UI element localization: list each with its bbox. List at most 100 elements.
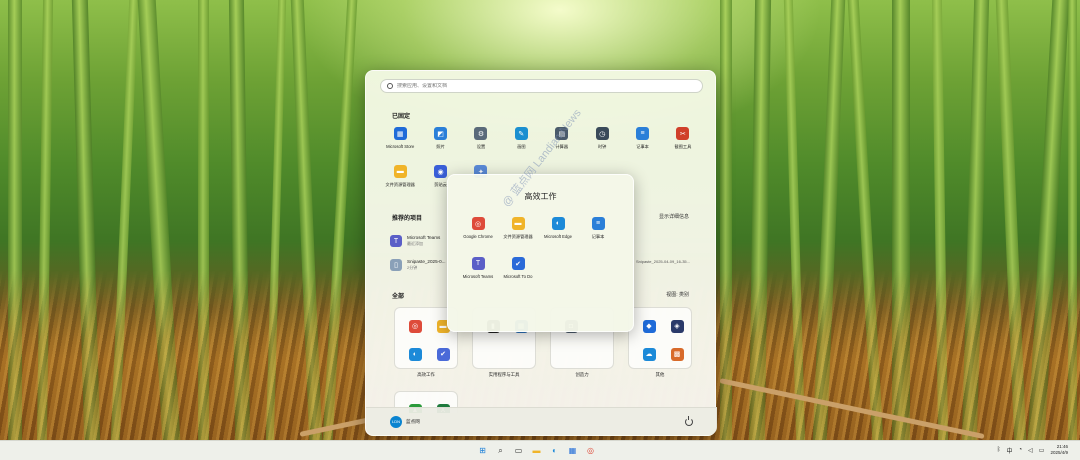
file-icon: ▯ — [390, 259, 402, 271]
folder-popup-app[interactable]: ▬ 文件资源管理器 — [498, 217, 538, 247]
todo-icon: ✔ — [511, 257, 525, 270]
teams-icon: T — [471, 257, 485, 270]
pinned-app[interactable]: ✂ 截图工具 — [663, 127, 703, 157]
pinned-app[interactable]: ◩ 照片 — [420, 127, 460, 157]
search-input[interactable] — [397, 83, 677, 89]
chrome-icon: ◎ — [471, 217, 485, 230]
recommended-item-text: Microsoft Teams 最近添加 — [407, 235, 440, 247]
pinned-app[interactable]: ◷ 时钟 — [582, 127, 622, 157]
view-category-dropdown[interactable]: 视图: 类别 — [666, 291, 689, 298]
paint-icon: ✎ — [514, 127, 528, 140]
pinned-app-label: 截图工具 — [674, 144, 692, 149]
edge-icon: ◐ — [408, 347, 422, 361]
recommended-item-right[interactable]: Snipaste_2025-04-09_16-35... — [636, 259, 690, 264]
folder-popup-app-label: Microsoft Edge — [544, 234, 572, 239]
pinned-title: 已固定 — [392, 114, 411, 120]
pinned-app-label: 记事本 — [636, 144, 649, 149]
folder-popup-app-label: 文件资源管理器 — [503, 234, 533, 239]
folder-popup-app[interactable]: ◐ Microsoft Edge — [538, 217, 578, 247]
pinned-app-label: 文件资源管理器 — [385, 182, 415, 187]
pinned-app-label: 剪贴云 — [434, 182, 447, 187]
taskbar: ⊞ ⌕ ▭ ▬ ◐ ▦ ◎ ᛒ 中 ◔ ◁ ▭ 21:46 2025/4/9 — [0, 440, 1080, 460]
search-icon[interactable]: ⌕ — [494, 444, 507, 457]
app-folder-label: 创造力 — [575, 372, 589, 377]
pinned-app-label: 时钟 — [597, 144, 607, 149]
folder-popup-title[interactable]: 高效工作 — [448, 191, 633, 202]
app-folder[interactable]: ◆ ◈ ☁ ▩ 其他 — [628, 307, 692, 377]
recommended-item-subtitle: 最近添加 — [407, 241, 423, 246]
folder-popup-app[interactable]: T Microsoft Teams — [458, 257, 498, 287]
folder-popup-app[interactable]: ✔ Microsoft To Do — [498, 257, 538, 287]
recommended-item-subtitle: 2分钟 — [407, 265, 418, 270]
store-icon[interactable]: ▦ — [566, 444, 579, 457]
gear-icon: ⚙ — [474, 127, 488, 140]
app-folder-box: ◆ ◈ ☁ ▩ — [628, 307, 692, 369]
calculator-icon: ▤ — [555, 127, 569, 140]
start-footer: LDN 蓝点网 — [366, 407, 717, 435]
ime-indicator[interactable]: 中 — [1007, 446, 1013, 455]
notepad-icon: ≡ — [636, 127, 650, 140]
battery-icon[interactable]: ▭ — [1039, 447, 1045, 454]
folder-popup-app[interactable]: ◎ Google Chrome — [458, 217, 498, 247]
edge-icon: ◐ — [551, 217, 565, 230]
user-name[interactable]: 蓝点网 — [406, 419, 420, 425]
pinned-app-label: Microsoft Store — [386, 144, 415, 149]
app-folder-label: 实用程序与工具 — [488, 372, 520, 377]
onedrive-icon: ☁ — [642, 347, 656, 361]
snipping-tool-icon: ✂ — [676, 127, 690, 140]
folder-icon: ▬ — [511, 217, 525, 230]
network-icon[interactable]: ◔ — [1019, 447, 1023, 453]
search-icon — [387, 83, 393, 89]
pinned-app[interactable]: ≡ 记事本 — [622, 127, 662, 157]
volume-icon[interactable]: ◁ — [1028, 447, 1033, 454]
recommended-item-name: Snipaste_2025-0... — [407, 259, 446, 264]
all-title: 全部 — [392, 294, 405, 300]
teams-icon: T — [390, 235, 402, 247]
folder-popup-app[interactable]: ≡ 记事本 — [578, 217, 618, 247]
recommended-item-name: Microsoft Teams — [407, 235, 441, 240]
clipchamp-icon: ◉ — [434, 165, 448, 178]
folder-popup-app-label: 记事本 — [591, 234, 605, 239]
store-icon: ▦ — [393, 127, 407, 140]
app-folder-label: 其他 — [655, 372, 665, 377]
avatar[interactable]: LDN — [390, 415, 402, 428]
pinned-app[interactable]: ▦ Microsoft Store — [380, 127, 420, 157]
power-icon[interactable] — [685, 415, 693, 426]
photos-icon: ◩ — [434, 127, 448, 140]
clock[interactable]: 21:46 2025/4/9 — [1050, 444, 1068, 456]
chrome-icon: ◎ — [408, 319, 422, 333]
pinned-app-label: 照片 — [436, 144, 445, 149]
todo-icon: ✔ — [436, 347, 450, 361]
taskbar-apps: ⊞ ⌕ ▭ ▬ ◐ ▦ ◎ — [476, 444, 597, 457]
shield-icon: ◈ — [670, 319, 684, 333]
chrome-icon[interactable]: ◎ — [584, 444, 597, 457]
edge-icon[interactable]: ◐ — [548, 444, 561, 457]
task-view-icon[interactable]: ▭ — [512, 444, 525, 457]
pinned-app[interactable]: ⚙ 设置 — [461, 127, 501, 157]
show-more-link[interactable]: 显示详细信息 — [659, 213, 689, 220]
pinned-app-label: 设置 — [476, 144, 486, 149]
pinned-app[interactable]: ▬ 文件资源管理器 — [380, 165, 420, 195]
pinned-app-label: 画图 — [517, 144, 526, 149]
notepad-icon: ≡ — [591, 217, 605, 230]
folder-icon[interactable]: ▬ — [530, 444, 543, 457]
clock-icon: ◷ — [595, 127, 609, 140]
folder-popup-app-label: Google Chrome — [463, 234, 493, 239]
folder-popup-app-label: Microsoft Teams — [462, 274, 494, 279]
recommended-item-text: Snipaste_2025-0... 2分钟 — [407, 259, 446, 271]
pinned-app[interactable]: ▤ 计算器 — [542, 127, 582, 157]
widgets-icon: ▩ — [670, 347, 684, 361]
folder-icon: ▬ — [393, 165, 407, 178]
defender-icon: ◆ — [642, 319, 656, 333]
app-folder-label: 高效工作 — [417, 372, 435, 377]
pinned-app[interactable]: ✎ 画图 — [501, 127, 541, 157]
folder-popup-grid: ◎ Google Chrome ▬ 文件资源管理器 ◐ Microsoft Edge ≡ 记事… — [458, 217, 626, 287]
clock-date: 2025/4/9 — [1050, 450, 1068, 455]
search-box[interactable] — [380, 79, 703, 93]
recommended-title: 推荐的项目 — [392, 216, 423, 222]
system-tray: ᛒ 中 ◔ ◁ ▭ 21:46 2025/4/9 — [997, 444, 1068, 456]
bluetooth-icon[interactable]: ᛒ — [997, 447, 1001, 453]
folder-popup-app-label: Microsoft To Do — [503, 274, 533, 279]
folder-popup: 高效工作 ◎ Google Chrome ▬ 文件资源管理器 ◐ Microsoft Ed… — [447, 174, 634, 332]
windows-start-icon[interactable]: ⊞ — [476, 444, 489, 457]
